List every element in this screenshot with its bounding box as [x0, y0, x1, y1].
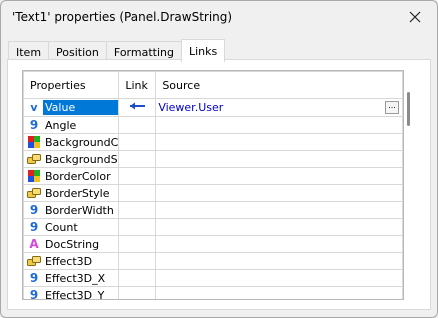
- close-button[interactable]: [401, 5, 429, 29]
- property-cell[interactable]: 9 Effect3D_Y: [23, 286, 120, 300]
- enum-icon: [27, 152, 41, 166]
- table-row[interactable]: 9 Effect3D_Y: [23, 286, 403, 300]
- source-cell[interactable]: [155, 133, 403, 151]
- numeric-icon: 9: [29, 220, 39, 234]
- tab-strip: Item Position Formatting Links: [8, 39, 226, 62]
- property-name: Effect3D_Y: [45, 288, 105, 300]
- table-row[interactable]: BorderColor: [23, 167, 403, 185]
- source-cell[interactable]: [155, 116, 403, 134]
- source-cell[interactable]: [155, 286, 403, 299]
- close-icon: [409, 11, 421, 23]
- column-header-link[interactable]: Link: [118, 71, 157, 99]
- link-cell[interactable]: [118, 150, 157, 168]
- link-cell[interactable]: [118, 252, 157, 270]
- table-row[interactable]: 9 Count: [23, 218, 403, 236]
- table-row[interactable]: Effect3D: [23, 252, 403, 270]
- numeric-icon: 9: [29, 288, 39, 300]
- table-row[interactable]: 9 Effect3D_X: [23, 269, 403, 287]
- source-cell[interactable]: [155, 218, 403, 236]
- source-cell[interactable]: [155, 252, 403, 270]
- property-name: Effect3D_X: [45, 271, 106, 285]
- property-cell[interactable]: Effect3D: [23, 252, 120, 270]
- enum-icon: [27, 186, 41, 200]
- link-cell[interactable]: [118, 235, 157, 253]
- enum-icon: [27, 254, 41, 268]
- property-cell[interactable]: 9 Angle: [23, 116, 120, 134]
- property-cell[interactable]: A DocString: [23, 235, 120, 253]
- source-cell[interactable]: Viewer.User...: [155, 98, 403, 117]
- link-cell[interactable]: [118, 269, 157, 287]
- property-name: Effect3D: [45, 254, 93, 268]
- title-bar: 'Text1' properties (Panel.DrawString): [1, 1, 437, 33]
- property-cell[interactable]: 9 BorderWidth: [23, 201, 120, 219]
- link-cell[interactable]: [118, 184, 157, 202]
- browse-source-button[interactable]: ...: [385, 101, 399, 114]
- property-name: BackgroundS: [45, 152, 118, 166]
- link-cell[interactable]: [118, 98, 157, 117]
- property-cell[interactable]: BorderColor: [23, 167, 120, 185]
- property-name: DocString: [45, 237, 100, 251]
- arrow-left-icon: [130, 102, 146, 110]
- table-row[interactable]: 9 BorderWidth: [23, 201, 403, 219]
- source-cell[interactable]: [155, 269, 403, 287]
- property-name: Value: [43, 100, 118, 115]
- numeric-icon: 9: [29, 118, 39, 132]
- link-cell[interactable]: [118, 167, 157, 185]
- color-icon: [27, 135, 41, 149]
- link-cell[interactable]: [118, 286, 157, 299]
- table-row[interactable]: BorderStyle: [23, 184, 403, 202]
- property-name: BackgroundC: [45, 135, 119, 149]
- link-cell[interactable]: [118, 201, 157, 219]
- table-row[interactable]: BackgroundS: [23, 150, 403, 168]
- table-row[interactable]: BackgroundC: [23, 133, 403, 151]
- numeric-icon: 9: [29, 271, 39, 285]
- dialog-title: 'Text1' properties (Panel.DrawString): [12, 10, 233, 24]
- tab-links[interactable]: Links: [180, 39, 226, 62]
- table-row[interactable]: v Value Viewer.User...: [23, 98, 403, 117]
- string-icon: A: [29, 237, 39, 251]
- source-cell[interactable]: [155, 235, 403, 253]
- link-cell[interactable]: [118, 116, 157, 134]
- scrollbar-thumb[interactable]: [407, 92, 410, 126]
- property-cell[interactable]: BorderStyle: [23, 184, 120, 202]
- table-row[interactable]: 9 Angle: [23, 116, 403, 134]
- source-cell[interactable]: [155, 201, 403, 219]
- property-name: BorderColor: [45, 169, 111, 183]
- property-name: Angle: [45, 118, 77, 132]
- property-cell[interactable]: BackgroundC: [23, 133, 120, 151]
- column-header-properties[interactable]: Properties: [23, 71, 120, 99]
- value-icon: v: [30, 100, 38, 114]
- property-cell[interactable]: v Value: [23, 98, 120, 117]
- links-grid[interactable]: Properties Link Source v Value Viewer.User…: [22, 70, 404, 300]
- property-cell[interactable]: 9 Effect3D_X: [23, 269, 120, 287]
- property-name: BorderStyle: [45, 186, 110, 200]
- property-name: BorderWidth: [45, 203, 114, 217]
- link-cell[interactable]: [118, 218, 157, 236]
- property-cell[interactable]: 9 Count: [23, 218, 120, 236]
- column-header-source[interactable]: Source: [155, 71, 403, 99]
- source-cell[interactable]: [155, 150, 403, 168]
- table-row[interactable]: A DocString: [23, 235, 403, 253]
- property-cell[interactable]: BackgroundS: [23, 150, 120, 168]
- numeric-icon: 9: [29, 203, 39, 217]
- source-value[interactable]: Viewer.User: [157, 101, 223, 114]
- source-cell[interactable]: [155, 167, 403, 185]
- source-cell[interactable]: [155, 184, 403, 202]
- vertical-scrollbar[interactable]: [402, 70, 416, 298]
- color-icon: [27, 169, 41, 183]
- link-cell[interactable]: [118, 133, 157, 151]
- property-name: Count: [45, 220, 78, 234]
